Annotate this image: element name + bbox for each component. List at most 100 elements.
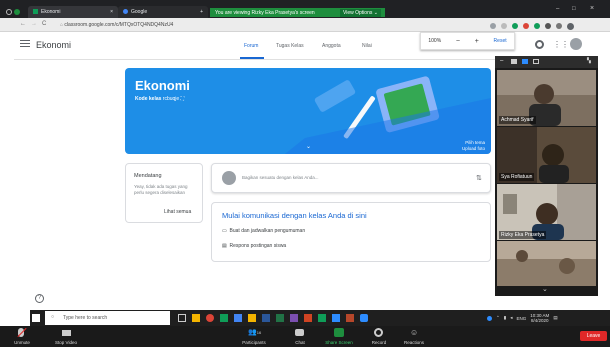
active-tab-indicator xyxy=(240,57,264,59)
battery-icon[interactable]: ▮ xyxy=(504,315,506,321)
taskbar-search[interactable]: ○ Type here to search xyxy=(45,311,170,325)
profile-icon[interactable] xyxy=(567,22,574,30)
network-icon[interactable] xyxy=(487,315,492,321)
tab-anggota[interactable]: Anggota xyxy=(322,43,341,49)
reload-icon[interactable]: C xyxy=(42,21,46,27)
volume-icon[interactable]: ◂ xyxy=(510,315,512,321)
search-icon: ○ xyxy=(51,314,55,320)
notification-icon[interactable]: ▤ xyxy=(553,315,557,321)
stop-video-button[interactable]: Stop Video xyxy=(46,340,86,345)
banner-title: Ekonomi xyxy=(135,78,190,93)
word-icon[interactable] xyxy=(262,314,270,322)
zoom-percent: 100% xyxy=(428,38,442,44)
file-explorer-icon[interactable] xyxy=(192,314,200,322)
class-code: Kode kelas rcbuqje ⛶ xyxy=(135,96,185,102)
google-favicon-icon xyxy=(123,9,128,15)
announcement-icon: ▭ xyxy=(222,228,227,234)
excel-icon[interactable] xyxy=(276,314,284,322)
forward-icon[interactable]: → xyxy=(31,21,37,27)
language-indicator[interactable]: ENG xyxy=(517,316,527,321)
record-icon[interactable] xyxy=(374,328,383,337)
chrome-icon[interactable] xyxy=(206,314,214,322)
communicate-card: Mulai komunikasi dengan kelas Anda di si… xyxy=(211,202,491,262)
window-minimize-icon[interactable]: – xyxy=(556,6,559,12)
window-close-icon[interactable]: × xyxy=(590,5,594,12)
zoom-out-button[interactable]: − xyxy=(456,38,460,45)
chat-icon[interactable] xyxy=(295,329,304,336)
expand-panel-icon[interactable]: ▚ xyxy=(587,58,591,64)
zoom-app-icon[interactable] xyxy=(360,314,368,322)
participants-icon[interactable]: 👥16 xyxy=(248,328,261,336)
apps-grid-icon[interactable]: ⋮⋮ xyxy=(553,41,569,49)
leave-button[interactable]: Leave xyxy=(580,331,607,341)
tab-nilai[interactable]: Nilai xyxy=(362,43,372,49)
clock[interactable]: 10:30 AM 8/4/2020 xyxy=(530,313,549,323)
scroll-down-chevron-icon[interactable]: ⌄ xyxy=(542,285,548,293)
upcoming-text: Yeay, tidak ada tugas yang perlu segera … xyxy=(134,184,188,195)
hamburger-menu-icon[interactable] xyxy=(20,40,30,48)
view-all-link[interactable]: Lihat semua xyxy=(164,209,191,215)
settings-gear-icon[interactable] xyxy=(535,40,544,49)
app-icon[interactable] xyxy=(332,314,340,322)
unmute-button[interactable]: Unmute xyxy=(2,340,42,345)
app-icon[interactable] xyxy=(304,314,312,322)
task-view-icon[interactable] xyxy=(178,314,186,322)
view-options-button[interactable]: View Options ⌄ xyxy=(340,9,381,17)
url-field[interactable]: ⌂ classroom.google.com/c/MTQxOTQ4NDQ4NzU… xyxy=(60,21,420,30)
share-screen-button[interactable]: Share Screen xyxy=(319,340,359,345)
reactions-button[interactable]: Reactions xyxy=(394,340,434,345)
zoom-lens-icon[interactable] xyxy=(490,23,496,29)
extension-icon[interactable] xyxy=(523,23,529,29)
camera-indicator-icon xyxy=(14,9,20,15)
back-icon[interactable]: ← xyxy=(20,21,26,27)
tab-forum[interactable]: Forum xyxy=(244,43,258,49)
chat-button[interactable]: Chat xyxy=(280,340,320,345)
class-name: Ekonomi xyxy=(36,40,72,50)
announce-placeholder[interactable]: Bagikan sesuatu dengan kelas Anda... xyxy=(242,175,319,180)
grid-view-icon[interactable] xyxy=(533,59,539,64)
up-arrow-icon[interactable]: ⌃ xyxy=(496,315,500,321)
app-icon[interactable] xyxy=(346,314,354,322)
comment-icon: ▤ xyxy=(222,243,227,249)
participant-name: Rizky Eka Prasetya xyxy=(499,231,547,239)
tab-tugas-kelas[interactable]: Tugas Kelas xyxy=(276,43,304,49)
browser-tab-classroom[interactable]: Ekonomi × xyxy=(28,6,118,18)
app-icon[interactable] xyxy=(290,314,298,322)
zoom-level-popup: 100% − + Reset xyxy=(420,32,515,50)
star-icon[interactable] xyxy=(501,23,507,29)
app-icon[interactable] xyxy=(220,314,228,322)
extension-icon[interactable] xyxy=(512,23,518,29)
close-tab-icon[interactable]: × xyxy=(110,9,113,15)
reactions-icon[interactable]: ☺ xyxy=(410,328,418,337)
app-icon[interactable] xyxy=(248,314,256,322)
app-icon[interactable] xyxy=(318,314,326,322)
windows-start-icon[interactable] xyxy=(32,314,40,322)
video-camera-icon[interactable] xyxy=(62,330,71,336)
new-tab-icon[interactable]: + xyxy=(200,9,203,15)
zoom-reset-button[interactable]: Reset xyxy=(494,38,507,44)
participant-video xyxy=(497,241,596,286)
extension-icon[interactable] xyxy=(534,23,540,29)
comm-item-respond[interactable]: ▤ Respons postingan siswa xyxy=(222,243,286,249)
browser-tab-google[interactable]: Google + xyxy=(118,6,208,18)
user-avatar-small xyxy=(222,171,236,185)
comm-item-announcement[interactable]: ▭ Buat dan jadwalkan pengumuman xyxy=(222,228,305,234)
upload-photo-link[interactable]: Upload foto xyxy=(415,146,485,152)
help-icon[interactable]: ? xyxy=(35,294,44,303)
participants-button[interactable]: Participants xyxy=(234,340,274,345)
extension-icon[interactable] xyxy=(545,23,551,29)
app-icon[interactable] xyxy=(234,314,242,322)
gallery-view-icon[interactable] xyxy=(522,59,528,64)
expand-chevron-icon[interactable]: ⌄ xyxy=(306,143,311,150)
zoom-in-button[interactable]: + xyxy=(475,38,479,45)
extension-icon[interactable] xyxy=(556,23,562,29)
fullscreen-code-icon[interactable]: ⛶ xyxy=(181,96,185,102)
window-maximize-icon[interactable]: □ xyxy=(572,6,576,12)
user-avatar[interactable] xyxy=(570,38,582,50)
record-button[interactable]: Record xyxy=(359,340,399,345)
system-tray: ⌃ ▮ ◂ ENG 10:30 AM 8/4/2020 ▤ xyxy=(487,313,558,323)
minimize-panel-icon[interactable]: – xyxy=(500,58,503,64)
speaker-view-icon[interactable] xyxy=(511,59,517,64)
share-screen-icon[interactable] xyxy=(334,328,344,337)
repost-icon[interactable]: ⇅ xyxy=(476,174,482,182)
